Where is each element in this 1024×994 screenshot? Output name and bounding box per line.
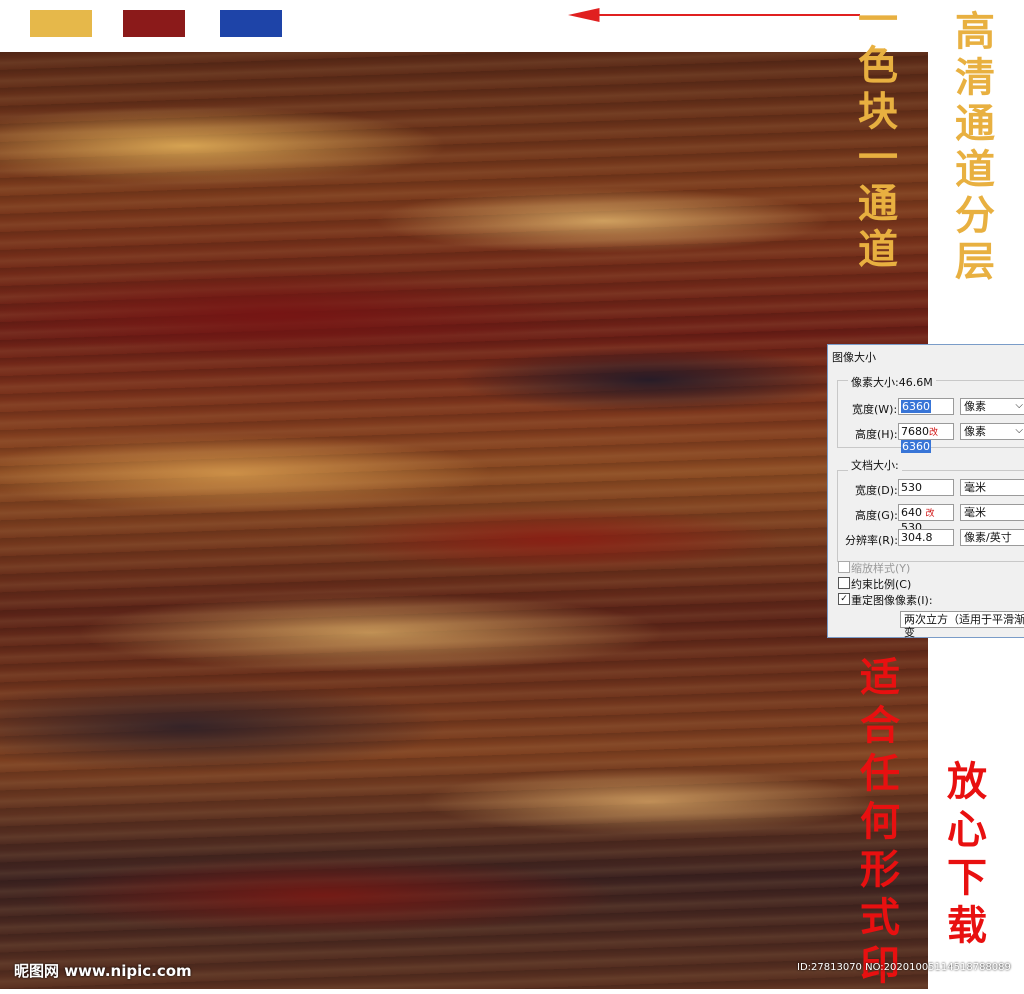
height-unit-select[interactable]: 像素 ⌵ xyxy=(960,423,1024,440)
vertical-text-left-top: 一 色 块 一 通 道 xyxy=(858,0,898,273)
image-size-dialog: 图像大小 像素大小:46.6M 宽度(W): 6360 像素 ⌵ 高度(H): 7… xyxy=(827,344,1024,639)
site-logo: 昵图网 www.nipic.com xyxy=(14,962,192,980)
pixel-size-label: 像素大小:46.6M xyxy=(848,374,936,390)
chevron-down-icon: ⌵ xyxy=(1015,400,1023,411)
dialog-title: 图像大小 xyxy=(832,351,876,364)
doc-width-unit-select[interactable]: 毫米 xyxy=(960,479,1024,496)
doc-height-input[interactable]: 640 改 530 xyxy=(898,504,954,534)
doc-height-unit-select[interactable]: 毫米 xyxy=(960,504,1024,521)
vertical-text-right-top: 高 清 通 道 分 层 xyxy=(955,8,995,285)
resolution-unit-select[interactable]: 像素/英寸 xyxy=(960,529,1024,546)
swatch-gold xyxy=(30,10,92,37)
abstract-painting xyxy=(0,52,928,989)
resample-label: 重定图像像素(I): xyxy=(851,594,933,607)
height-input[interactable]: 7680改6360 xyxy=(898,423,954,453)
width-unit-select[interactable]: 像素 ⌵ xyxy=(960,398,1024,415)
document-size-label: 文档大小: xyxy=(848,457,902,473)
height-label: 高度(H): xyxy=(855,428,898,441)
constrain-proportions-label: 约束比例(C) xyxy=(851,578,912,591)
resample-checkbox[interactable]: ✓ xyxy=(838,593,850,605)
chevron-down-icon: ⌵ xyxy=(1015,425,1023,436)
swatch-maroon xyxy=(123,10,185,37)
width-label: 宽度(W): xyxy=(852,403,898,416)
image-id: ID:27813070 NO:20201005114518788089 xyxy=(797,962,1011,973)
resample-method-select[interactable]: 两次立方（适用于平滑渐变 xyxy=(900,611,1024,639)
resolution-label: 分辨率(R): xyxy=(845,534,898,547)
doc-width-input[interactable]: 530 xyxy=(898,479,954,496)
resolution-input[interactable]: 304.8 xyxy=(898,529,954,546)
arrow-line xyxy=(595,14,860,16)
scale-styles-checkbox[interactable] xyxy=(838,561,850,573)
width-input[interactable]: 6360 xyxy=(898,398,954,415)
vertical-text-right-bottom: 放 心 下 载 xyxy=(947,758,987,949)
doc-height-label: 高度(G): xyxy=(855,509,898,522)
vertical-text-left-bottom: 适 合 任 何 形 式 印 xyxy=(860,654,900,989)
swatch-blue xyxy=(220,10,282,37)
scale-styles-label: 缩放样式(Y) xyxy=(851,562,911,575)
doc-width-label: 宽度(D): xyxy=(855,484,898,497)
constrain-proportions-checkbox[interactable] xyxy=(838,577,850,589)
